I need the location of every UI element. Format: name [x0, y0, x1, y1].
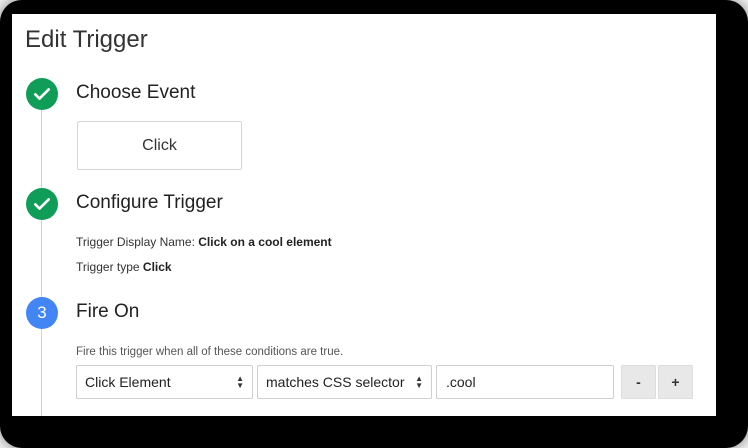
- display-name-value: Click on a cool element: [198, 235, 332, 249]
- step-2-status-icon: [26, 188, 58, 220]
- edit-trigger-panel: Edit Trigger Choose Event Click Configur…: [12, 14, 716, 416]
- variable-select[interactable]: Click Element ▲ ▼: [76, 365, 253, 399]
- minus-icon: -: [636, 374, 641, 390]
- select-arrows-icon: ▲ ▼: [415, 374, 423, 390]
- step-1-status-icon: [26, 78, 58, 110]
- page-title: Edit Trigger: [25, 26, 148, 53]
- trigger-type-line: Trigger type Click: [76, 260, 172, 274]
- select-arrows-icon: ▲ ▼: [236, 374, 244, 390]
- trigger-display-name-line: Trigger Display Name: Click on a cool el…: [76, 235, 332, 249]
- check-icon: [34, 198, 51, 210]
- step-rail: [41, 109, 42, 416]
- step-3-title: Fire On: [76, 301, 140, 322]
- operator-select-value: matches CSS selector: [266, 374, 405, 390]
- step-3-number: 3: [37, 303, 47, 322]
- condition-value-text: .cool: [446, 374, 476, 390]
- step-2-title: Configure Trigger: [76, 192, 223, 213]
- step-1-title: Choose Event: [76, 82, 196, 103]
- plus-icon: +: [671, 374, 680, 390]
- operator-select[interactable]: matches CSS selector ▲ ▼: [257, 365, 432, 399]
- variable-select-value: Click Element: [85, 374, 171, 390]
- conditions-hint: Fire this trigger when all of these cond…: [76, 346, 344, 358]
- window-frame: Edit Trigger Choose Event Click Configur…: [0, 0, 748, 448]
- step-3-status-icon: 3: [26, 297, 58, 329]
- display-name-label: Trigger Display Name:: [76, 235, 199, 249]
- add-condition-button[interactable]: +: [658, 365, 693, 399]
- check-icon: [34, 88, 51, 100]
- event-type-label: Click: [142, 136, 177, 154]
- trigger-type-value: Click: [142, 260, 172, 274]
- condition-value-input[interactable]: .cool: [436, 365, 614, 399]
- trigger-type-label: Trigger type: [76, 260, 143, 274]
- event-type-button[interactable]: Click: [77, 121, 242, 170]
- remove-condition-button[interactable]: -: [621, 365, 656, 399]
